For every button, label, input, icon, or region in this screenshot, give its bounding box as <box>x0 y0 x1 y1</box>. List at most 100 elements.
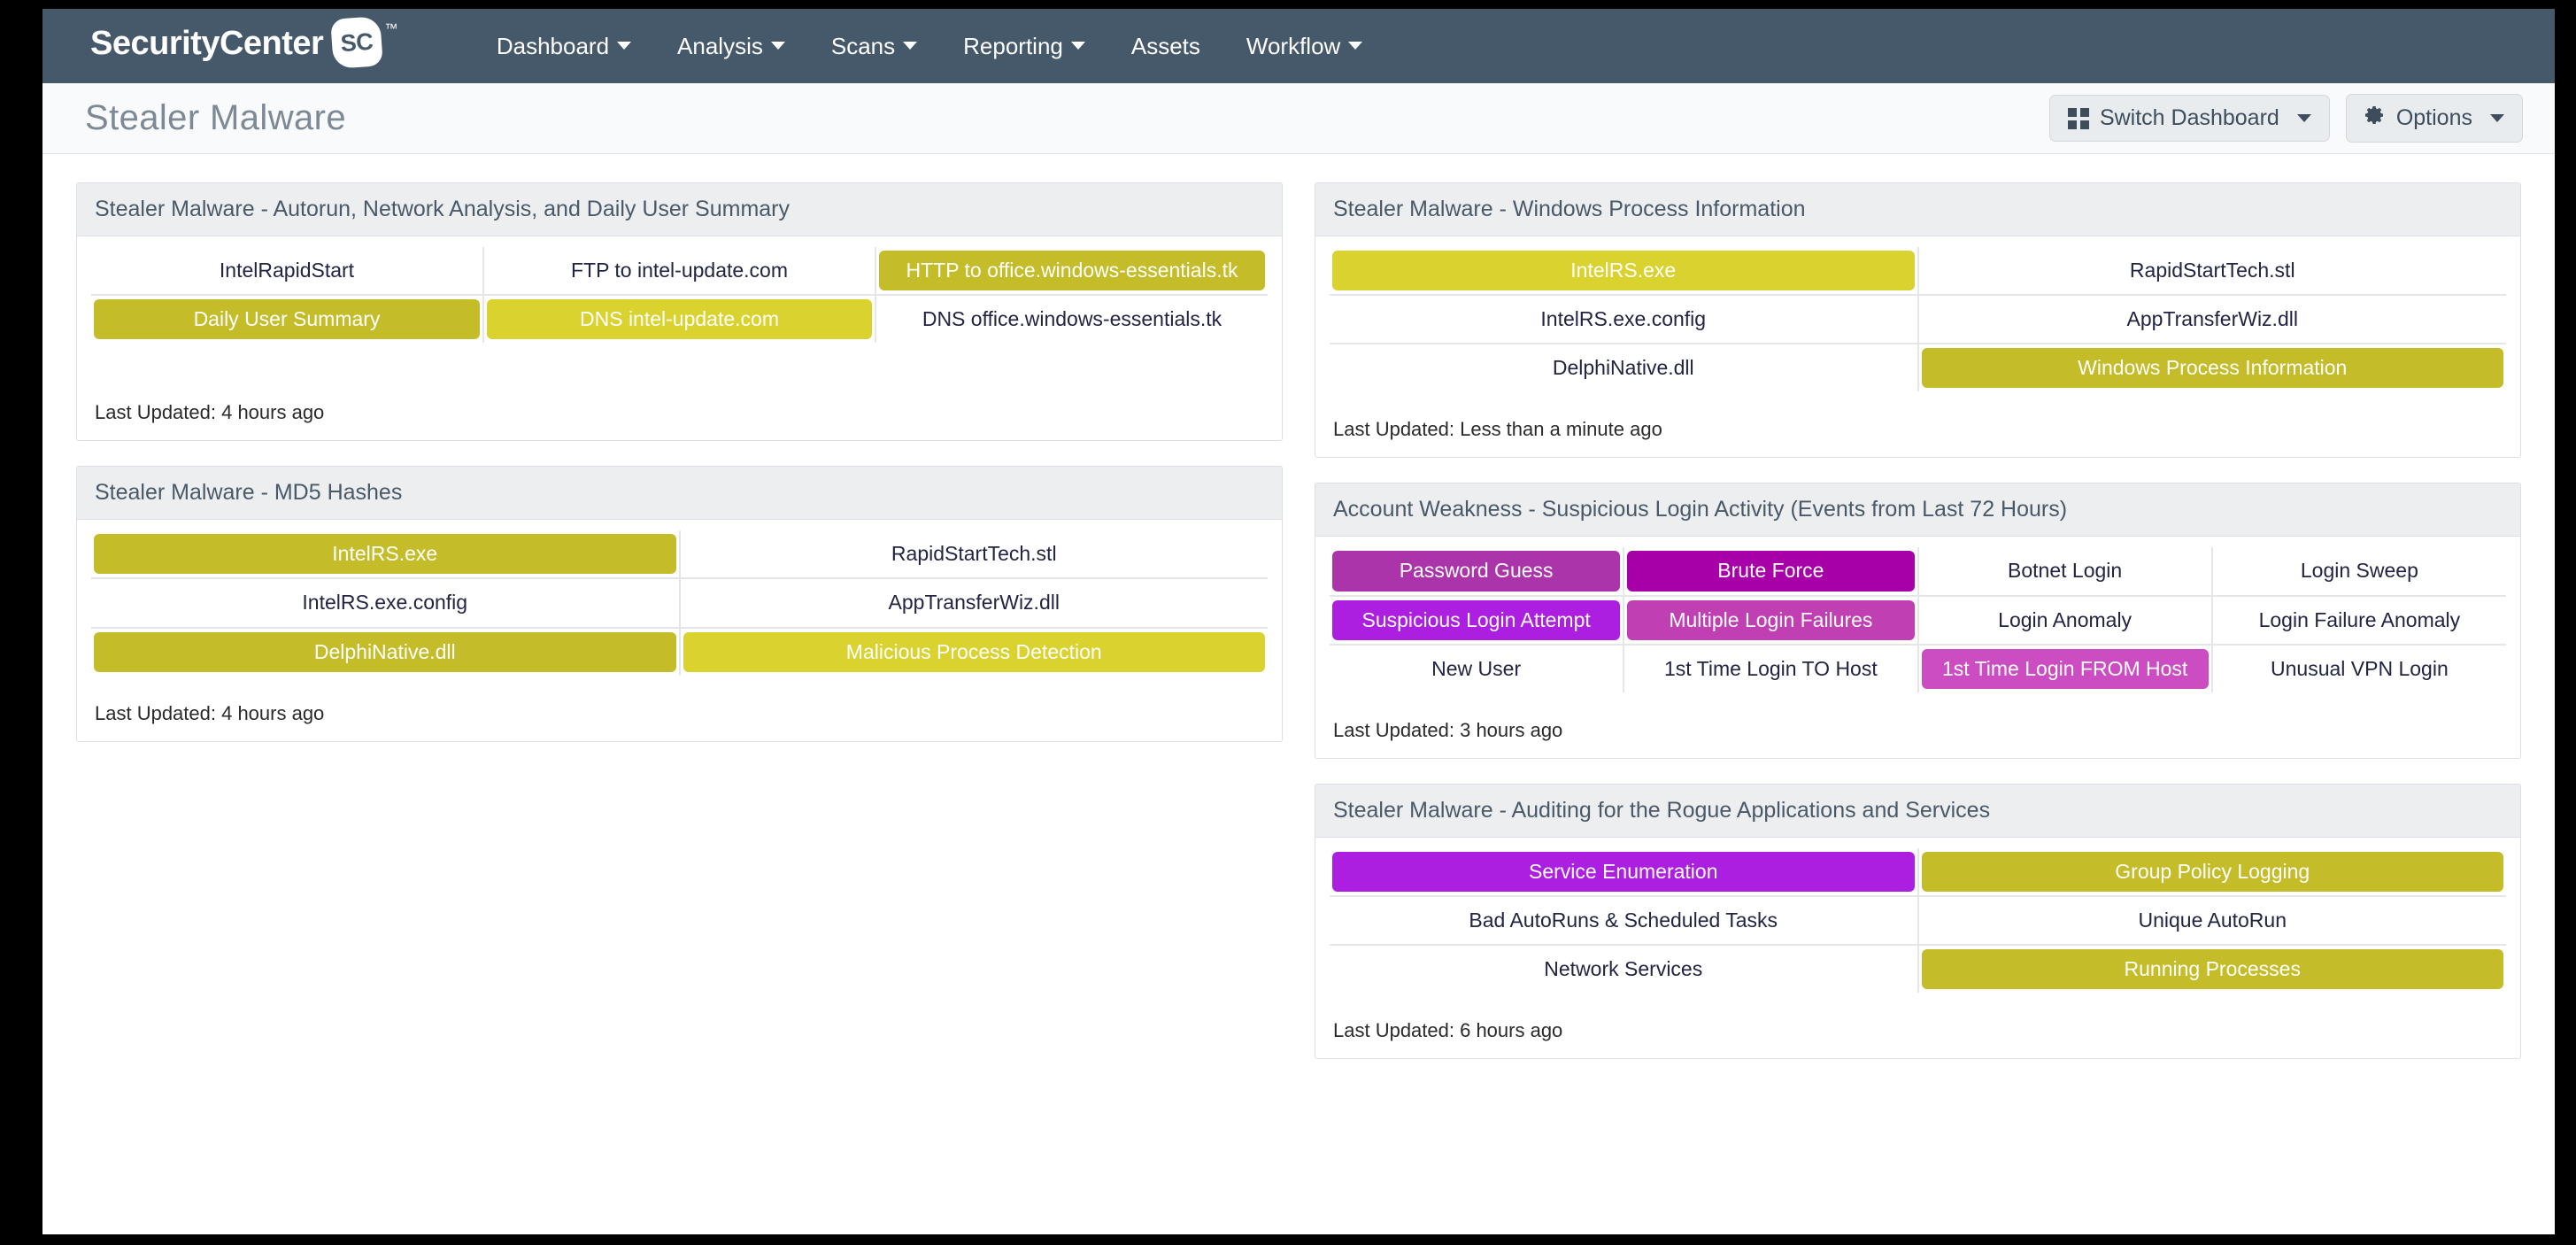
switch-dashboard-button[interactable]: Switch Dashboard <box>2048 95 2330 142</box>
indicator-delphinative-dll[interactable]: DelphiNative.dll <box>94 631 676 672</box>
nav-item-assets[interactable]: Assets <box>1108 24 1223 69</box>
indicator-brute-force[interactable]: Brute Force <box>1627 551 1915 592</box>
panel-title: Stealer Malware - MD5 Hashes <box>77 467 1282 521</box>
nav-item-workflow[interactable]: Workflow <box>1223 24 1385 69</box>
dashboard-right-column: Stealer Malware - Windows Process Inform… <box>1315 182 2521 1060</box>
matrix-cell: Login Sweep <box>2210 547 2506 596</box>
indicator-intelrs-exe[interactable]: IntelRS.exe <box>94 534 676 575</box>
matrix-table: IntelRapidStart FTP to intel-update.com HT… <box>91 247 1268 344</box>
matrix-cell: Unique AutoRun <box>1917 894 2506 945</box>
panel-body: Service Enumeration Group Policy Logging B… <box>1315 838 2520 996</box>
indicator-login-sweep[interactable]: Login Sweep <box>2216 551 2503 591</box>
matrix-cell: Windows Process Information <box>1917 343 2506 392</box>
indicator-dns-intel-update-com[interactable]: DNS intel-update.com <box>487 299 872 340</box>
panel-auditing-rogue-applications-services: Stealer Malware - Auditing for the Rogue… <box>1315 783 2521 1060</box>
indicator-unusual-vpn-login[interactable]: Unusual VPN Login <box>2216 649 2503 689</box>
matrix-cell: AppTransferWiz.dll <box>678 577 1268 628</box>
matrix-table: IntelRS.exe RapidStartTech.stl IntelRS.exe… <box>1330 247 2506 392</box>
matrix-cell: Password Guess <box>1330 547 1623 595</box>
matrix-cell: IntelRS.exe <box>1330 247 1918 295</box>
indicator-apptransferwiz-dll[interactable]: AppTransferWiz.dll <box>1922 299 2504 339</box>
indicator-service-enumeration[interactable]: Service Enumeration <box>1332 851 1915 892</box>
indicator-windows-process-information[interactable]: Windows Process Information <box>1921 348 2503 389</box>
matrix-cell: Suspicious Login Attempt <box>1330 594 1624 645</box>
indicator-malicious-process-detection[interactable]: Malicious Process Detection <box>683 631 1265 672</box>
panel-title: Stealer Malware - Windows Process Inform… <box>1315 183 2520 236</box>
indicator-ftp-to-intel-update-com[interactable]: FTP to intel-update.com <box>487 251 872 290</box>
matrix-cell: Multiple Login Failures <box>1623 594 1918 645</box>
last-updated-label: Last Updated: 4 hours ago <box>95 701 325 724</box>
indicator-intelrs-exe[interactable]: IntelRS.exe <box>1332 251 1915 291</box>
panel-body: IntelRapidStart FTP to intel-update.com HT… <box>77 236 1282 346</box>
panel-account-weakness-suspicious-login-activity: Account Weakness - Suspicious Login Acti… <box>1315 483 2521 759</box>
nav-item-analysis[interactable]: Analysis <box>654 24 808 69</box>
indicator-1st-time-login-from-host[interactable]: 1st Time Login FROM Host <box>1921 648 2209 689</box>
indicator-network-services[interactable]: Network Services <box>1332 949 1915 989</box>
indicator-password-guess[interactable]: Password Guess <box>1332 551 1621 592</box>
matrix-cell: AppTransferWiz.dll <box>1917 294 2506 344</box>
chevron-down-icon <box>1348 42 1363 50</box>
nav-item-reporting[interactable]: Reporting <box>940 24 1108 69</box>
table-row: Daily User Summary DNS intel-update.com DN… <box>91 294 1268 344</box>
indicator-group-policy-logging[interactable]: Group Policy Logging <box>1921 851 2503 892</box>
panel-md5-hashes: Stealer Malware - MD5 Hashes IntelRS.exe R… <box>76 466 1283 742</box>
chevron-down-icon <box>1070 42 1085 50</box>
indicator-unique-autorun[interactable]: Unique AutoRun <box>1922 901 2504 940</box>
indicator-new-user[interactable]: New User <box>1332 649 1620 689</box>
indicator-running-processes[interactable]: Running Processes <box>1921 949 2503 990</box>
trademark-icon: ™ <box>384 21 397 36</box>
nav-item-label: Workflow <box>1246 32 1341 59</box>
indicator-http-to-office-windows-essentials-tk[interactable]: HTTP to office.windows-essentials.tk <box>879 251 1265 291</box>
gear-icon <box>2364 104 2386 132</box>
matrix-cell: 1st Time Login FROM Host <box>1917 643 2212 692</box>
matrix-cell: IntelRS.exe.config <box>91 577 680 628</box>
chevron-down-icon <box>2490 114 2504 122</box>
table-row: Suspicious Login Attempt Multiple Login F… <box>1330 594 2506 645</box>
matrix-cell: Service Enumeration <box>1330 848 1918 896</box>
indicator-suspicious-login-attempt[interactable]: Suspicious Login Attempt <box>1332 599 1621 640</box>
matrix-cell: Group Policy Logging <box>1917 847 2506 896</box>
matrix-table: Password Guess Brute Force Botnet Login Log… <box>1330 547 2506 692</box>
dashboard-left-column: Stealer Malware - Autorun, Network Analy… <box>76 182 1283 742</box>
table-row: Network Services Running Processes <box>1330 943 2506 994</box>
nav-item-scans[interactable]: Scans <box>808 24 940 69</box>
indicator-rapidstarttech-stl[interactable]: RapidStartTech.stl <box>683 534 1266 574</box>
matrix-cell: DNS intel-update.com <box>482 294 875 344</box>
application-frame: SecurityCenter SC ™ Dashboard Analysis Sca… <box>42 9 2555 1234</box>
matrix-cell: FTP to intel-update.com <box>482 247 875 296</box>
indicator-login-anomaly[interactable]: Login Anomaly <box>1922 600 2209 640</box>
matrix-cell: Bad AutoRuns & Scheduled Tasks <box>1330 894 1918 945</box>
nav-item-label: Analysis <box>677 32 763 59</box>
options-label: Options <box>2395 105 2472 130</box>
indicator-botnet-login[interactable]: Botnet Login <box>1922 551 2209 591</box>
indicator-multiple-login-failures[interactable]: Multiple Login Failures <box>1627 599 1915 640</box>
matrix-table: IntelRS.exe RapidStartTech.stl IntelRS.exe… <box>91 530 1268 676</box>
indicator-bad-autoruns-scheduled-tasks[interactable]: Bad AutoRuns & Scheduled Tasks <box>1332 901 1915 940</box>
indicator-login-failure-anomaly[interactable]: Login Failure Anomaly <box>2216 600 2503 640</box>
matrix-cell: RapidStartTech.stl <box>1917 247 2506 296</box>
table-row: Bad AutoRuns & Scheduled Tasks Unique Aut… <box>1330 894 2506 945</box>
panel-body: Password Guess Brute Force Botnet Login Log… <box>1315 537 2520 695</box>
matrix-cell: DNS office.windows-essentials.tk <box>875 294 1268 344</box>
indicator-intelrs-exe-config[interactable]: IntelRS.exe.config <box>1332 299 1915 339</box>
matrix-cell: New User <box>1330 643 1624 692</box>
indicator-dns-office-windows-essentials-tk[interactable]: DNS office.windows-essentials.tk <box>879 299 1265 339</box>
grid-icon <box>2067 107 2089 129</box>
table-row: IntelRS.exe RapidStartTech.stl <box>91 530 1268 579</box>
indicator-intelrs-exe-config[interactable]: IntelRS.exe.config <box>94 583 676 622</box>
last-updated-label: Last Updated: Less than a minute ago <box>1333 418 1662 441</box>
indicator-apptransferwiz-dll[interactable]: AppTransferWiz.dll <box>683 583 1266 622</box>
table-row: IntelRS.exe.config AppTransferWiz.dll <box>91 577 1268 628</box>
securitycenter-logo[interactable]: SecurityCenter SC ™ <box>90 16 397 69</box>
matrix-cell: DelphiNative.dll <box>1330 343 1918 392</box>
indicator-rapidstarttech-stl[interactable]: RapidStartTech.stl <box>1922 251 2504 290</box>
nav-item-dashboard[interactable]: Dashboard <box>474 24 654 69</box>
indicator-delphinative-dll[interactable]: DelphiNative.dll <box>1332 348 1915 388</box>
matrix-cell: Network Services <box>1330 943 1918 994</box>
indicator-daily-user-summary[interactable]: Daily User Summary <box>94 299 480 340</box>
panel-title: Stealer Malware - Autorun, Network Analy… <box>77 183 1282 236</box>
last-updated-label: Last Updated: 3 hours ago <box>1333 718 1563 741</box>
indicator-1st-time-login-to-host[interactable]: 1st Time Login TO Host <box>1627 649 1914 689</box>
indicator-intelrapidstart[interactable]: IntelRapidStart <box>94 251 480 290</box>
options-button[interactable]: Options <box>2345 94 2523 143</box>
